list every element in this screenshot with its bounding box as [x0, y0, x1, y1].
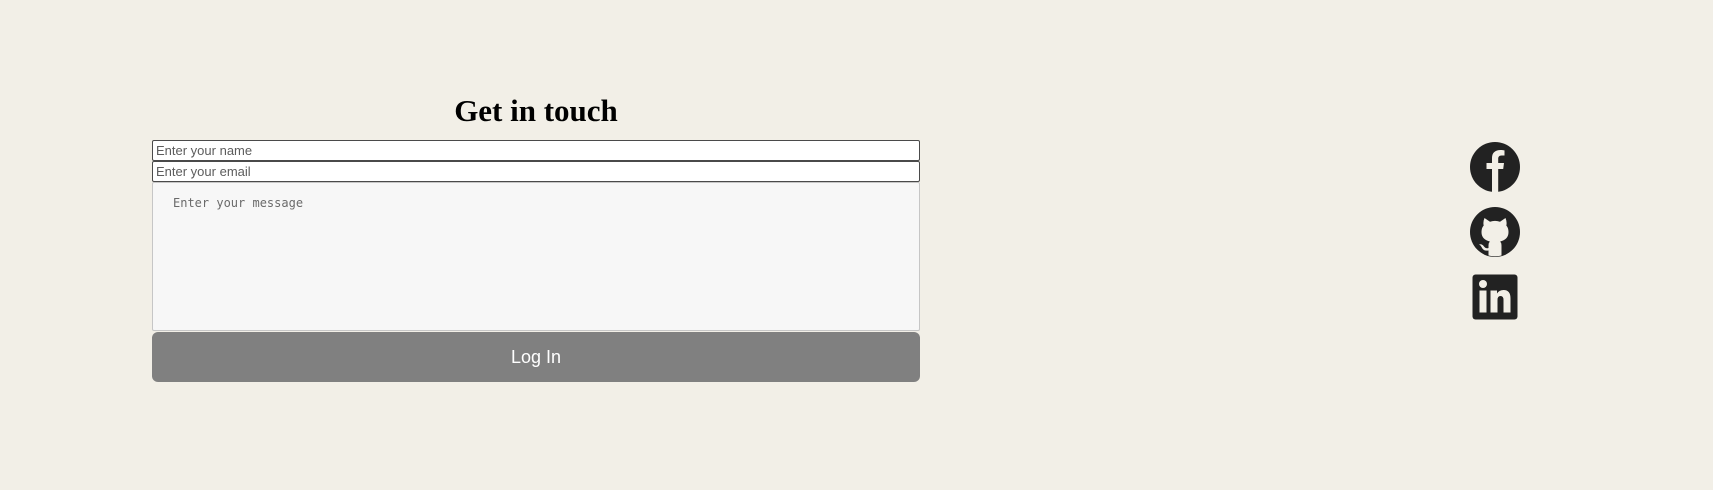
facebook-icon	[1470, 142, 1520, 192]
social-links	[1470, 142, 1520, 337]
name-field[interactable]	[152, 140, 920, 161]
linkedin-link[interactable]	[1470, 272, 1520, 322]
facebook-link[interactable]	[1470, 142, 1520, 192]
github-link[interactable]	[1470, 207, 1520, 257]
email-field[interactable]	[152, 161, 920, 182]
page-title: Get in touch	[454, 93, 618, 128]
github-icon	[1470, 207, 1520, 257]
message-field[interactable]	[152, 182, 920, 331]
linkedin-icon	[1472, 274, 1518, 320]
login-button[interactable]: Log In	[152, 332, 920, 382]
contact-form: Get in touch Log In	[152, 88, 920, 382]
